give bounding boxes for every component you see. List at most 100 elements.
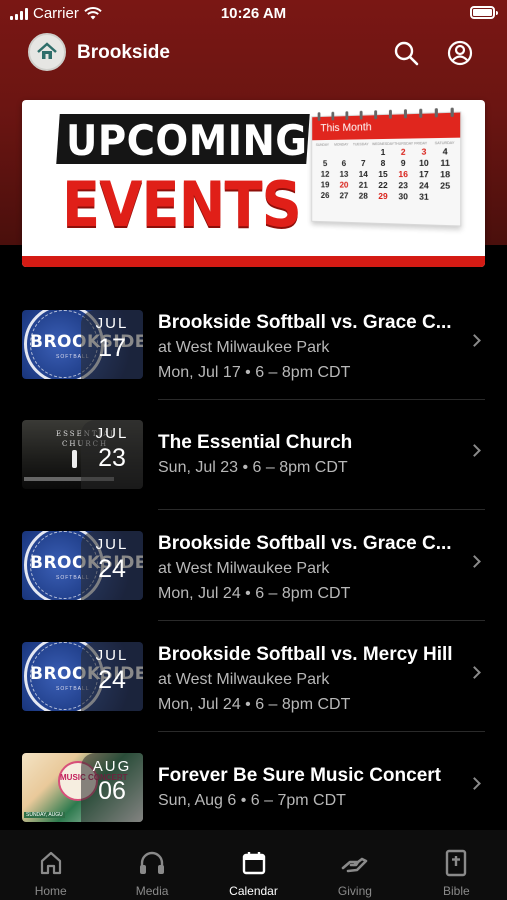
event-row[interactable]: BROOKSIDE SOFTBALL JUL 24 Brookside Soft… bbox=[0, 622, 507, 732]
tab-label: Giving bbox=[337, 884, 372, 898]
event-month: JUL bbox=[95, 315, 129, 332]
event-row[interactable]: ESSENTIAL CHURCH JUL 23 The Essential Ch… bbox=[0, 400, 507, 510]
calendar-date bbox=[354, 147, 374, 157]
event-time: Mon, Jul 24 • 6 – 8pm CDT bbox=[158, 585, 351, 602]
tab-label: Bible bbox=[442, 884, 470, 898]
search-icon bbox=[394, 41, 419, 66]
calendar-date: 26 bbox=[320, 190, 330, 200]
event-time: Sun, Jul 23 • 6 – 8pm CDT bbox=[158, 459, 348, 476]
calendar-date: 28 bbox=[358, 190, 368, 201]
calendar-date: 31 bbox=[419, 191, 429, 202]
event-thumbnail: BROOKSIDE SOFTBALL JUL 17 bbox=[22, 310, 143, 379]
calendar-date: 24 bbox=[419, 180, 429, 191]
search-button[interactable] bbox=[391, 38, 421, 68]
calendar-date: 7 bbox=[360, 158, 366, 169]
chevron-right-icon bbox=[468, 555, 481, 568]
event-title: Brookside Softball vs. Grace C... bbox=[158, 533, 452, 554]
calendar-date: 4 bbox=[442, 146, 448, 157]
event-thumbnail: MUSIC CONCERT SUNDAY, AUGU AUG 06 bbox=[22, 753, 143, 822]
event-row[interactable]: BROOKSIDE SOFTBALL JUL 24 Brookside Soft… bbox=[0, 511, 507, 621]
row-divider bbox=[158, 731, 485, 732]
tab-calendar[interactable]: Calendar bbox=[203, 830, 304, 900]
tab-label: Home bbox=[34, 884, 67, 898]
bible-icon bbox=[406, 848, 507, 878]
event-location: at West Milwaukee Park bbox=[158, 339, 330, 356]
tab-media[interactable]: Media bbox=[101, 830, 202, 900]
app-bar: Brookside bbox=[0, 28, 507, 78]
calendar-date: 6 bbox=[341, 158, 347, 169]
house-logo-icon bbox=[37, 42, 57, 59]
event-text: Brookside Softball vs. Grace C... at Wes… bbox=[158, 310, 465, 385]
event-day: 06 bbox=[98, 777, 126, 805]
event-day: 23 bbox=[98, 444, 126, 472]
event-day: 24 bbox=[98, 666, 126, 694]
calendar-weekday: MONDAY bbox=[334, 142, 349, 147]
chevron-right-icon bbox=[468, 777, 481, 790]
calendar-date: 12 bbox=[320, 169, 330, 179]
calendar-date: 27 bbox=[339, 190, 349, 201]
tab-home[interactable]: Home bbox=[0, 830, 101, 900]
event-text: Brookside Softball vs. Mercy Hill at Wes… bbox=[158, 642, 465, 717]
church-logo[interactable] bbox=[28, 33, 66, 71]
status-time: 10:26 AM bbox=[220, 5, 287, 22]
event-day: 24 bbox=[98, 555, 126, 583]
event-time: Mon, Jul 24 • 6 – 8pm CDT bbox=[158, 696, 351, 713]
calendar-date: 23 bbox=[398, 180, 408, 191]
calendar-date: 25 bbox=[440, 180, 451, 191]
calendar-date: 30 bbox=[398, 191, 408, 202]
calendar-date: 8 bbox=[380, 157, 386, 169]
event-title: Forever Be Sure Music Concert bbox=[158, 765, 441, 786]
battery-icon bbox=[470, 6, 498, 19]
event-text: Forever Be Sure Music Concert Sun, Aug 6… bbox=[158, 763, 465, 813]
calendar-date: 9 bbox=[400, 157, 406, 168]
event-location: at West Milwaukee Park bbox=[158, 671, 330, 688]
calendar-date: 2 bbox=[400, 146, 406, 157]
event-thumbnail: BROOKSIDE SOFTBALL JUL 24 bbox=[22, 531, 143, 600]
banner-upcoming-text: UPCOMING bbox=[66, 116, 308, 165]
calendar-date: 11 bbox=[440, 157, 450, 168]
event-row[interactable]: MUSIC CONCERT SUNDAY, AUGU AUG 06 Foreve… bbox=[0, 733, 507, 843]
profile-icon bbox=[447, 40, 473, 66]
event-date-badge: AUG 06 bbox=[81, 753, 143, 822]
giving-hand-icon bbox=[304, 848, 405, 878]
event-title: The Essential Church bbox=[158, 432, 353, 453]
calendar-date bbox=[334, 147, 353, 157]
event-date-badge: JUL 17 bbox=[81, 310, 143, 379]
calendar-weekday: SATURDAY bbox=[434, 140, 455, 146]
event-month: AUG bbox=[92, 758, 132, 775]
tab-bible[interactable]: Bible bbox=[406, 830, 507, 900]
event-title: Brookside Softball vs. Mercy Hill bbox=[158, 644, 453, 665]
event-thumbnail: BROOKSIDE SOFTBALL JUL 24 bbox=[22, 642, 143, 711]
calendar-weekday: WEDNESDAY bbox=[372, 141, 395, 147]
calendar-date: 15 bbox=[378, 169, 388, 180]
chevron-right-icon bbox=[468, 666, 481, 679]
tab-label: Media bbox=[135, 884, 169, 898]
event-text: Brookside Softball vs. Grace C... at Wes… bbox=[158, 531, 465, 606]
event-day: 17 bbox=[98, 334, 126, 362]
calendar-weekday: TUESDAY bbox=[352, 142, 369, 147]
calendar-date bbox=[434, 192, 455, 203]
chevron-right-icon bbox=[468, 334, 481, 347]
status-bar: Carrier 10:26 AM bbox=[0, 0, 507, 28]
event-date-badge: JUL 23 bbox=[81, 420, 143, 489]
event-thumbnail: ESSENTIAL CHURCH JUL 23 bbox=[22, 420, 143, 489]
profile-button[interactable] bbox=[445, 38, 475, 68]
calendar-date: 17 bbox=[419, 169, 429, 180]
row-divider bbox=[158, 509, 485, 510]
calendar-date: 13 bbox=[339, 169, 349, 179]
event-date-badge: JUL 24 bbox=[81, 531, 143, 600]
calendar-weekday: THURSDAY bbox=[394, 141, 414, 146]
event-month: JUL bbox=[95, 536, 129, 553]
app-title: Brookside bbox=[77, 42, 170, 63]
calendar-date: 16 bbox=[398, 169, 408, 180]
calendar-date: 14 bbox=[358, 169, 368, 179]
upcoming-events-banner[interactable]: UPCOMING EVENTS This Month SUNDAY MONDAY T… bbox=[22, 100, 485, 267]
calendar-date: 1 bbox=[380, 146, 386, 158]
event-row[interactable]: BROOKSIDE SOFTBALL JUL 17 Brookside Soft… bbox=[0, 290, 507, 400]
calendar-date: 22 bbox=[378, 179, 388, 191]
calendar-weekday: FRIDAY bbox=[414, 141, 428, 146]
calendar-date: 3 bbox=[421, 146, 427, 157]
calendar-icon bbox=[203, 848, 304, 878]
tab-giving[interactable]: Giving bbox=[304, 830, 405, 900]
tab-bar: Home Media Calendar Giving Bible bbox=[0, 830, 507, 900]
